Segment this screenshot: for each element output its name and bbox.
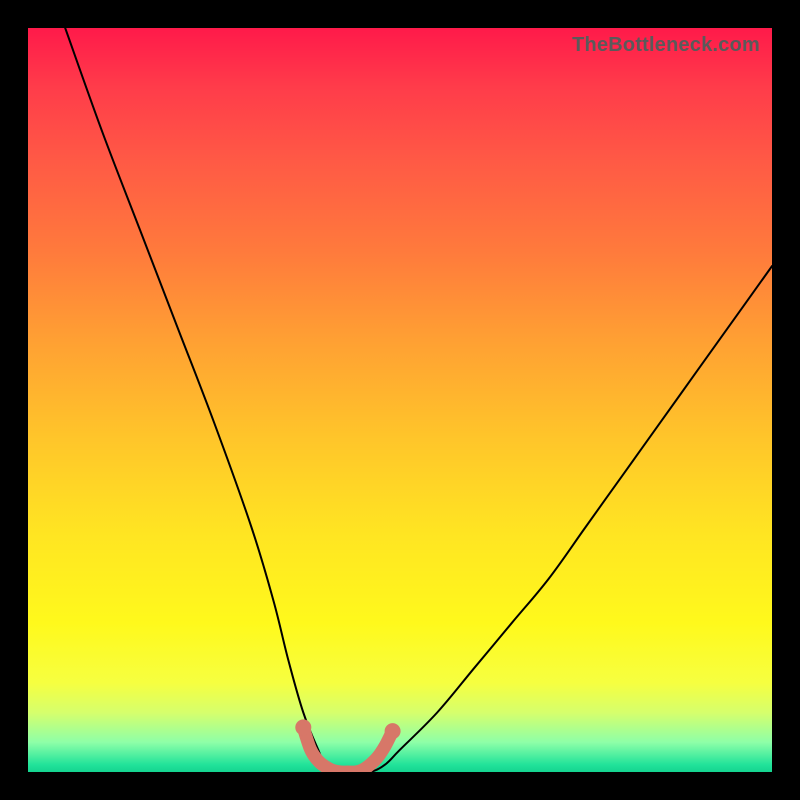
marker-dot <box>385 723 401 739</box>
chart-frame: TheBottleneck.com <box>0 0 800 800</box>
bottleneck-curve-path <box>65 28 772 772</box>
chart-svg <box>28 28 772 772</box>
marker-dot <box>295 719 311 735</box>
plot-area: TheBottleneck.com <box>28 28 772 772</box>
optimal-marker-path <box>303 727 392 772</box>
